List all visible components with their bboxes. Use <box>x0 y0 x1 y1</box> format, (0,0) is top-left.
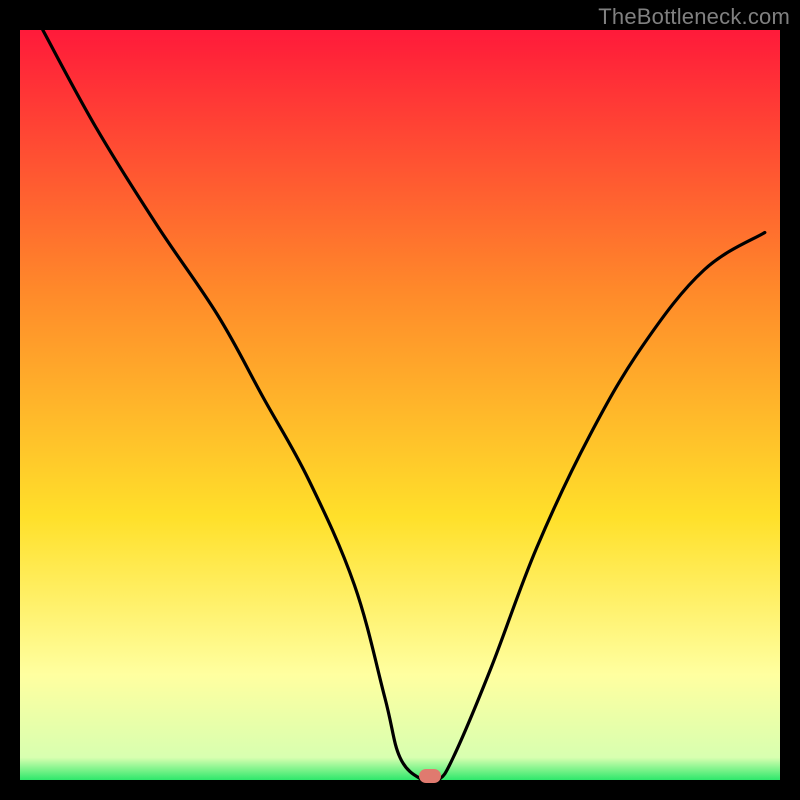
watermark-text: TheBottleneck.com <box>598 4 790 30</box>
gradient-background <box>20 30 780 780</box>
bottleneck-chart <box>20 30 780 780</box>
minimum-marker <box>419 769 441 783</box>
chart-container: TheBottleneck.com <box>0 0 800 800</box>
